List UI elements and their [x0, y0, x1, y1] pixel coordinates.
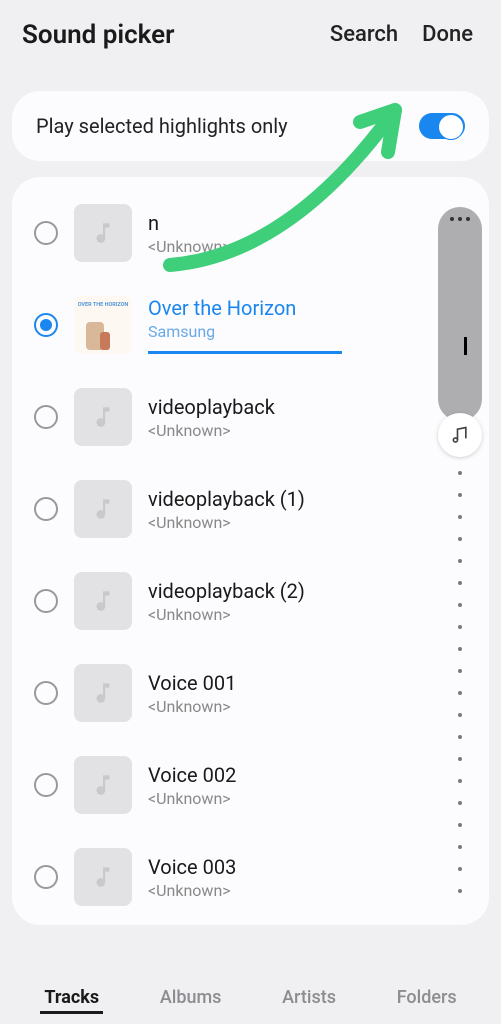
music-note-icon	[450, 425, 470, 445]
tab-tracks[interactable]: Tracks	[40, 981, 103, 1014]
track-title: Voice 002	[148, 763, 471, 787]
tab-albums[interactable]: Albums	[156, 981, 226, 1014]
search-button[interactable]: Search	[324, 18, 404, 51]
track-artist: <Unknown>	[148, 789, 471, 808]
highlights-toggle[interactable]	[419, 113, 465, 139]
track-artist: <Unknown>	[148, 697, 471, 716]
highlights-card: Play selected highlights only	[12, 91, 489, 161]
drag-dots-icon	[450, 217, 470, 221]
track-list: n <Unknown> OVER THE HORIZON Over the Horiz…	[12, 177, 489, 925]
done-button[interactable]: Done	[416, 18, 479, 51]
track-row[interactable]: Voice 003 <Unknown>	[12, 831, 489, 923]
track-radio[interactable]	[34, 589, 58, 613]
highlights-label: Play selected highlights only	[36, 114, 419, 138]
track-title: videoplayback (2)	[148, 579, 471, 603]
album-art: OVER THE HORIZON	[74, 296, 132, 354]
track-row[interactable]: videoplayback <Unknown>	[12, 371, 489, 463]
tab-folders[interactable]: Folders	[393, 981, 461, 1014]
track-row[interactable]: n <Unknown>	[12, 187, 489, 279]
track-artist: <Unknown>	[148, 421, 471, 440]
track-row[interactable]: OVER THE HORIZON Over the Horizon Samsung	[12, 279, 489, 371]
music-note-icon	[74, 388, 132, 446]
track-title: Voice 003	[148, 855, 471, 879]
music-note-icon	[74, 756, 132, 814]
track-radio[interactable]	[34, 405, 58, 429]
track-artist: <Unknown>	[148, 237, 471, 256]
fast-scroll[interactable]	[437, 207, 483, 893]
track-info: videoplayback (1) <Unknown>	[148, 487, 471, 532]
track-info: Voice 003 <Unknown>	[148, 855, 471, 900]
track-radio[interactable]	[34, 313, 58, 337]
music-note-icon	[74, 848, 132, 906]
header: Sound picker Search Done	[0, 0, 501, 61]
track-title: videoplayback	[148, 395, 471, 419]
music-note-icon	[74, 204, 132, 262]
scroll-handle[interactable]	[438, 207, 482, 421]
track-radio[interactable]	[34, 221, 58, 245]
index-dots	[458, 471, 462, 893]
track-title: n	[148, 211, 471, 235]
track-title: Voice 001	[148, 671, 471, 695]
play-position-marker	[464, 337, 467, 355]
track-info: videoplayback (2) <Unknown>	[148, 579, 471, 624]
bottom-tabs: Tracks Albums Artists Folders	[0, 970, 501, 1024]
scroll-index-letter[interactable]	[438, 413, 482, 457]
track-artist: Samsung	[148, 322, 471, 341]
track-artist: <Unknown>	[148, 513, 471, 532]
track-row[interactable]: Voice 001 <Unknown>	[12, 647, 489, 739]
page-title: Sound picker	[22, 20, 312, 50]
track-title: Over the Horizon	[148, 296, 471, 320]
track-info: Over the Horizon Samsung	[148, 296, 471, 354]
track-info: videoplayback <Unknown>	[148, 395, 471, 440]
track-radio[interactable]	[34, 773, 58, 797]
track-info: Voice 002 <Unknown>	[148, 763, 471, 808]
track-info: Voice 001 <Unknown>	[148, 671, 471, 716]
playback-progress[interactable]	[148, 351, 471, 354]
track-artist: <Unknown>	[148, 605, 471, 624]
track-title: videoplayback (1)	[148, 487, 471, 511]
music-note-icon	[74, 664, 132, 722]
track-radio[interactable]	[34, 681, 58, 705]
track-row[interactable]: videoplayback (2) <Unknown>	[12, 555, 489, 647]
track-row[interactable]: Voice 002 <Unknown>	[12, 739, 489, 831]
tab-artists[interactable]: Artists	[278, 981, 340, 1014]
track-radio[interactable]	[34, 865, 58, 889]
track-artist: <Unknown>	[148, 881, 471, 900]
music-note-icon	[74, 480, 132, 538]
track-row[interactable]: videoplayback (1) <Unknown>	[12, 463, 489, 555]
track-info: n <Unknown>	[148, 211, 471, 256]
track-radio[interactable]	[34, 497, 58, 521]
music-note-icon	[74, 572, 132, 630]
